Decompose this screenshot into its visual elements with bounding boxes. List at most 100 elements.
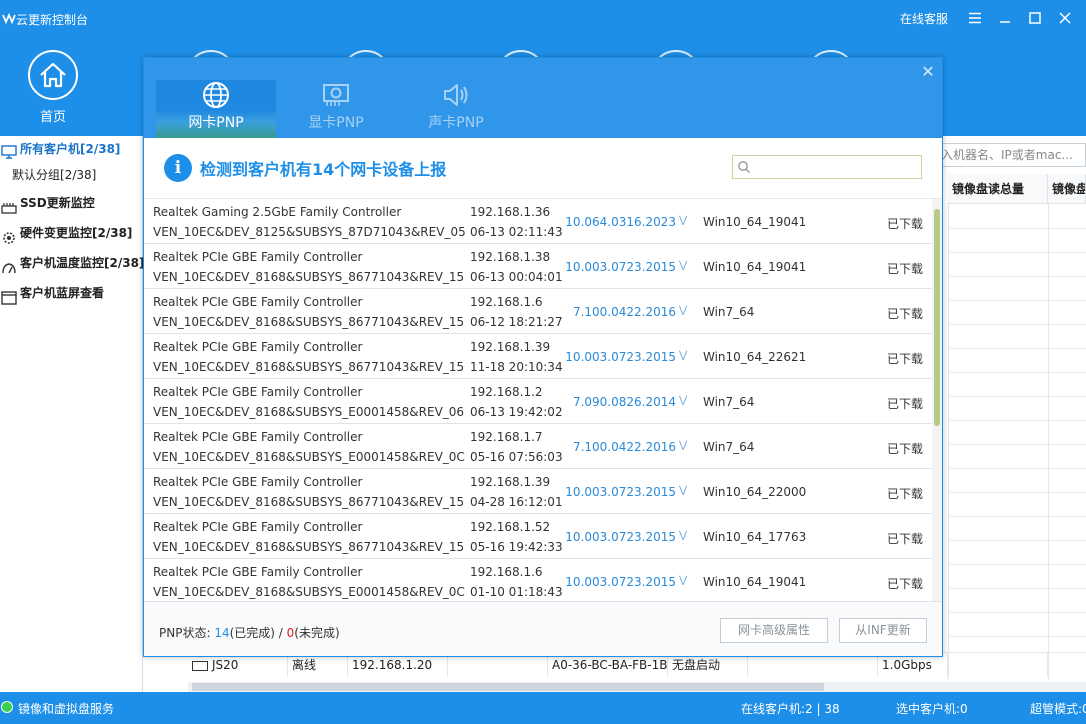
device-time: 05-16 07:56:03 [470,450,563,464]
driver-version-link[interactable]: 7.100.0422.2016 [573,305,676,319]
tab-gpu-pnp[interactable]: 显卡PNP [276,80,396,138]
column-header[interactable]: 镜像盘 [1048,174,1086,204]
device-search-input[interactable] [732,155,922,179]
device-row[interactable]: Realtek PCIe GBE Family Controller VEN_1… [144,379,932,424]
chevron-down-icon[interactable]: ⋁ [679,395,687,406]
globe-icon [156,80,276,110]
chevron-down-icon[interactable]: ⋁ [679,260,687,271]
device-row[interactable]: Realtek PCIe GBE Family Controller VEN_1… [144,469,932,514]
driver-version-link[interactable]: 7.100.0422.2016 [573,440,676,454]
pnp-status: PNP状态: 14(已完成) / 0(未完成) [159,626,340,640]
download-status: 已下载 [887,262,924,276]
row-divider [948,564,1086,565]
device-time: 04-28 16:12:01 [470,495,563,509]
device-row[interactable]: Realtek PCIe GBE Family Controller VEN_1… [144,334,932,379]
row-divider [948,588,1086,589]
device-row[interactable]: Realtek PCIe GBE Family Controller VEN_1… [144,244,932,289]
download-status: 已下载 [887,532,924,546]
online-service-link[interactable]: 在线客服 [900,10,948,27]
sidebar-item-all-clients[interactable]: 所有客户机[2/38] [0,136,142,162]
chevron-down-icon[interactable]: ⋁ [679,440,687,451]
horizontal-scrollbar[interactable] [188,682,1086,692]
row-divider [948,348,1086,349]
download-status: 已下载 [887,217,924,231]
driver-version-link[interactable]: 10.064.0316.2023 [565,215,676,229]
computer-icon [192,660,208,671]
row-divider [948,444,1086,445]
sidebar-item-ssd[interactable]: SSD更新监控 [0,188,142,218]
tab-nic-pnp[interactable]: 网卡PNP [156,80,276,138]
gear-icon [1,226,17,244]
scrollbar-thumb[interactable] [934,209,940,426]
nav-home-label: 首页 [39,110,66,125]
tab-sound-pnp[interactable]: 声卡PNP [396,80,516,138]
chevron-down-icon[interactable]: ⋁ [679,215,687,226]
menu-icon[interactable] [960,8,990,28]
device-hwid: VEN_10EC&DEV_8125&SUBSYS_87D71043&REV_05 [153,225,466,239]
close-icon[interactable] [1050,8,1080,28]
chevron-down-icon[interactable]: ⋁ [679,530,687,541]
sidebar-item-temperature[interactable]: 客户机温度监控[2/38] [0,248,145,278]
gpu-icon [276,80,396,110]
maximize-icon[interactable] [1020,8,1050,28]
chevron-down-icon[interactable]: ⋁ [679,305,687,316]
device-name: Realtek PCIe GBE Family Controller [153,295,363,309]
device-time: 11-18 20:10:34 [470,360,563,374]
download-status: 已下载 [887,442,924,456]
dialog-close-icon[interactable]: ✕ [920,64,936,80]
row-divider [948,276,1086,277]
device-hwid: VEN_10EC&DEV_8168&SUBSYS_E0001458&REV_06 [153,405,465,419]
driver-version-link[interactable]: 10.003.0723.2015 [565,530,676,544]
driver-version-link[interactable]: 10.003.0723.2015 [565,350,676,364]
chevron-down-icon[interactable]: ⋁ [679,575,687,586]
done-count: 14 [214,626,230,640]
device-row[interactable]: Realtek PCIe GBE Family Controller VEN_1… [144,424,932,469]
dialog-footer: PNP状态: 14(已完成) / 0(未完成) 网卡高级属性 从INF更新 [144,601,942,656]
device-time: 06-13 02:11:43 [470,225,563,239]
thermometer-icon [1,256,17,274]
device-name: Realtek PCIe GBE Family Controller [153,430,363,444]
row-divider [948,252,1086,253]
driver-version-link[interactable]: 10.003.0723.2015 [565,575,676,589]
client-search-input[interactable]: 入机器名、IP或者mac... [936,143,1086,167]
nic-advanced-button[interactable]: 网卡高级属性 [720,618,828,643]
device-hwid: VEN_10EC&DEV_8168&SUBSYS_86771043&REV_15 [153,540,465,554]
sidebar-item-hardware[interactable]: 硬件变更监控[2/38] [0,218,142,248]
nav-home[interactable]: 首页 [26,50,80,125]
device-ip: 192.168.1.7 [470,430,543,444]
vertical-scrollbar[interactable] [932,199,942,601]
sidebar-item-bluescreen[interactable]: 客户机蓝屏查看 [0,278,142,308]
sidebar-item-default-group[interactable]: 默认分组[2/38] [0,162,142,188]
service-status: 镜像和虚拟盘服务 [18,702,115,716]
update-from-inf-button[interactable]: 从INF更新 [839,618,927,643]
download-status: 已下载 [887,487,924,501]
scrollbar-thumb[interactable] [192,683,824,691]
app-title: 云更新控制台 [16,13,89,27]
sidebar-item-label: 客户机温度监控[2/38] [20,256,145,270]
download-status: 已下载 [887,307,924,321]
device-name: Realtek PCIe GBE Family Controller [153,385,363,399]
device-row[interactable]: Realtek Gaming 2.5GbE Family Controller … [144,199,932,244]
device-row[interactable]: Realtek PCIe GBE Family Controller VEN_1… [144,514,932,559]
driver-version-link[interactable]: 10.003.0723.2015 [565,485,676,499]
device-hwid: VEN_10EC&DEV_8168&SUBSYS_E0001458&REV_0C [153,585,465,599]
chevron-down-icon[interactable]: ⋁ [679,350,687,361]
sidebar-item-label: SSD更新监控 [20,196,95,210]
column-header[interactable]: 镜像盘读总量 [948,174,1048,204]
client-empty-cell [948,653,1048,677]
device-row[interactable]: Realtek PCIe GBE Family Controller VEN_1… [144,559,932,601]
minimize-icon[interactable] [990,8,1020,28]
driver-version-link[interactable]: 7.090.0826.2014 [573,395,676,409]
monitor-icon [1,142,17,159]
device-row[interactable]: Realtek PCIe GBE Family Controller VEN_1… [144,289,932,334]
driver-version-link[interactable]: 10.003.0723.2015 [565,260,676,274]
device-name: Realtek PCIe GBE Family Controller [153,340,363,354]
device-os: Win10_64_22621 [703,350,807,364]
device-ip: 192.168.1.36 [470,205,551,219]
row-divider [948,540,1086,541]
device-os: Win10_64_19041 [703,575,807,589]
device-os: Win10_64_22000 [703,485,807,499]
chevron-down-icon[interactable]: ⋁ [679,485,687,496]
device-name: Realtek Gaming 2.5GbE Family Controller [153,205,402,219]
ssd-icon [1,196,17,214]
